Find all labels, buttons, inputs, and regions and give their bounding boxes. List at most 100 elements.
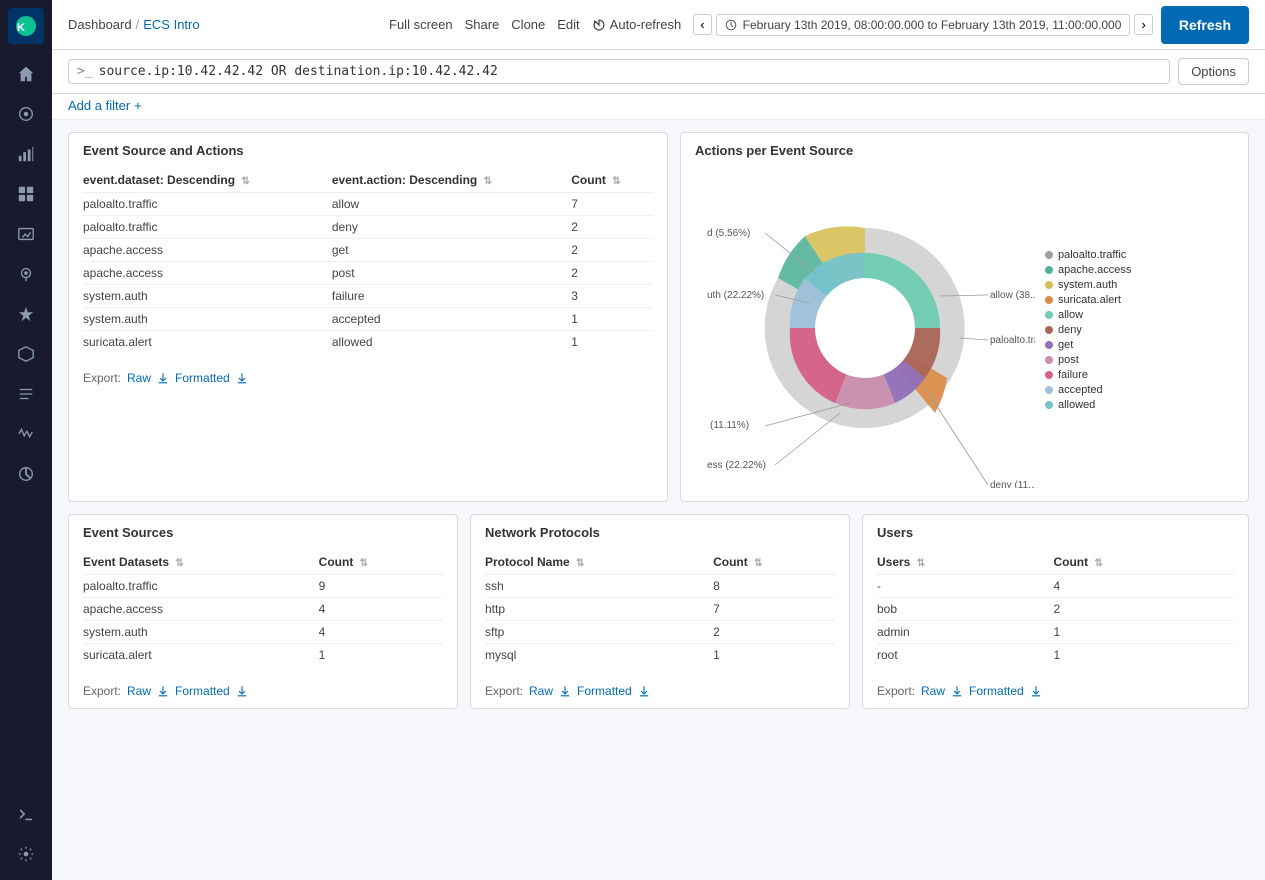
edit-button[interactable]: Edit <box>557 17 579 32</box>
cell-protocol-name: ssh <box>485 575 713 598</box>
options-button[interactable]: Options <box>1178 58 1249 85</box>
sort-icon-count: ⇅ <box>612 176 620 187</box>
col-es-count[interactable]: Count ⇅ <box>319 550 443 575</box>
svg-text:deny (11...: deny (11... <box>990 480 1035 488</box>
cell-event-dataset: system.auth <box>83 285 332 308</box>
actions-chart-panel: Actions per Event Source <box>680 132 1249 502</box>
clone-button[interactable]: Clone <box>511 17 545 32</box>
cell-event-action: post <box>332 262 571 285</box>
sidebar-icon-ml[interactable] <box>8 296 44 332</box>
svg-text:paloalto.traf: paloalto.traf <box>990 335 1035 346</box>
sort-icon-np-count: ⇅ <box>754 558 762 569</box>
np-raw-link[interactable]: Raw <box>529 684 553 698</box>
sidebar-icon-dashboard[interactable] <box>8 176 44 212</box>
table-row: sftp 2 <box>485 621 835 644</box>
cell-count: 7 <box>713 598 835 621</box>
legend-dot <box>1045 311 1053 319</box>
users-title: Users <box>863 515 1248 540</box>
cell-event-action: allow <box>332 193 571 216</box>
legend-label: accepted <box>1058 384 1103 396</box>
col-np-count[interactable]: Count ⇅ <box>713 550 835 575</box>
sidebar-icon-maps[interactable] <box>8 256 44 292</box>
legend-dot <box>1045 341 1053 349</box>
sidebar-icon-management[interactable] <box>8 836 44 872</box>
formatted-export-link[interactable]: Formatted <box>175 371 230 385</box>
col-u-user[interactable]: Users ⇅ <box>877 550 1053 575</box>
time-prev-button[interactable]: ‹ <box>693 14 711 35</box>
sidebar-icon-home[interactable] <box>8 56 44 92</box>
topbar-actions: Full screen Share Clone Edit Auto-refres… <box>389 14 1153 36</box>
u-raw-link[interactable]: Raw <box>921 684 945 698</box>
event-sources-title: Event Sources <box>69 515 457 540</box>
cell-count: 9 <box>319 575 443 598</box>
table-row: mysql 1 <box>485 644 835 667</box>
event-sources-body: Event Datasets ⇅ Count ⇅ paloalto.traffi… <box>69 540 457 676</box>
logo: K <box>8 8 44 44</box>
network-protocols-table: Protocol Name ⇅ Count ⇅ ssh 8http <box>485 550 835 666</box>
es-raw-link[interactable]: Raw <box>127 684 151 698</box>
raw-export-link[interactable]: Raw <box>127 371 151 385</box>
time-range-picker[interactable]: February 13th 2019, 08:00:00.000 to Febr… <box>716 14 1131 36</box>
svg-text:uth (22.22%): uth (22.22%) <box>707 290 764 301</box>
network-protocols-panel: Network Protocols Protocol Name ⇅ Count <box>470 514 850 709</box>
main-content: Dashboard / ECS Intro Full screen Share … <box>52 0 1265 880</box>
u-raw-icon <box>951 685 963 697</box>
auto-refresh-toggle[interactable]: Auto-refresh <box>592 17 682 32</box>
query-input[interactable] <box>99 64 1162 79</box>
cell-event-dataset: apache.access <box>83 598 319 621</box>
cell-event-dataset: paloalto.traffic <box>83 193 332 216</box>
cell-user: root <box>877 644 1053 667</box>
cell-count: 8 <box>713 575 835 598</box>
np-formatted-icon <box>638 685 650 697</box>
es-formatted-link[interactable]: Formatted <box>175 684 230 698</box>
svg-text:K: K <box>17 22 25 34</box>
sidebar-icon-apm[interactable] <box>8 416 44 452</box>
table-row: apache.access get 2 <box>83 239 653 262</box>
table-row: paloalto.traffic allow 7 <box>83 193 653 216</box>
sort-icon-np-protocol-name: ⇅ <box>576 558 584 569</box>
svg-text:d (5.56%): d (5.56%) <box>707 228 750 239</box>
donut-chart-wrap: d (5.56%) uth (22.22%) (11.11%) ess (22.… <box>695 168 1035 491</box>
event-source-actions-title: Event Source and Actions <box>69 133 667 158</box>
table-row: suricata.alert 1 <box>83 644 443 667</box>
u-formatted-link[interactable]: Formatted <box>969 684 1024 698</box>
sidebar-icon-discover[interactable] <box>8 96 44 132</box>
query-bar: >_ Options <box>52 50 1265 94</box>
sidebar-icon-visualize[interactable] <box>8 136 44 172</box>
time-next-button[interactable]: › <box>1134 14 1152 35</box>
raw-download-icon <box>157 372 169 384</box>
users-export: Export: Raw Formatted <box>863 676 1248 708</box>
col-event-action[interactable]: event.action: Descending ⇅ <box>332 168 571 193</box>
event-sources-panel: Event Sources Event Datasets ⇅ Count <box>68 514 458 709</box>
event-sources-export: Export: Raw Formatted <box>69 676 457 708</box>
share-button[interactable]: Share <box>465 17 500 32</box>
breadcrumb-current: ECS Intro <box>143 17 199 32</box>
col-es-event-dataset[interactable]: Event Datasets ⇅ <box>83 550 319 575</box>
add-filter-button[interactable]: Add a filter + <box>68 98 1249 113</box>
sidebar-icon-siem[interactable] <box>8 336 44 372</box>
col-np-protocol-name[interactable]: Protocol Name ⇅ <box>485 550 713 575</box>
cell-user: admin <box>877 621 1053 644</box>
breadcrumb-dashboard[interactable]: Dashboard <box>68 17 132 32</box>
cell-count: 1 <box>1053 644 1234 667</box>
table-row: apache.access 4 <box>83 598 443 621</box>
sidebar-icon-canvas[interactable] <box>8 216 44 252</box>
table-row: bob 2 <box>877 598 1234 621</box>
table-row: root 1 <box>877 644 1234 667</box>
col-u-count[interactable]: Count ⇅ <box>1053 550 1234 575</box>
col-count[interactable]: Count ⇅ <box>571 168 653 193</box>
time-range-label: February 13th 2019, 08:00:00.000 to Febr… <box>743 18 1122 32</box>
sidebar-icon-logs[interactable] <box>8 376 44 412</box>
sidebar: K <box>0 0 52 880</box>
sort-icon-u-count: ⇅ <box>1094 558 1102 569</box>
legend-item: paloalto.traffic <box>1045 249 1165 261</box>
fullscreen-button[interactable]: Full screen <box>389 17 453 32</box>
sidebar-icon-uptime[interactable] <box>8 456 44 492</box>
col-event-dataset[interactable]: event.dataset: Descending ⇅ <box>83 168 332 193</box>
np-formatted-link[interactable]: Formatted <box>577 684 632 698</box>
formatted-download-icon <box>236 372 248 384</box>
refresh-button[interactable]: Refresh <box>1161 6 1249 44</box>
time-navigation: ‹ February 13th 2019, 08:00:00.000 to Fe… <box>693 14 1153 36</box>
sidebar-icon-devtools[interactable] <box>8 796 44 832</box>
legend-dot <box>1045 281 1053 289</box>
